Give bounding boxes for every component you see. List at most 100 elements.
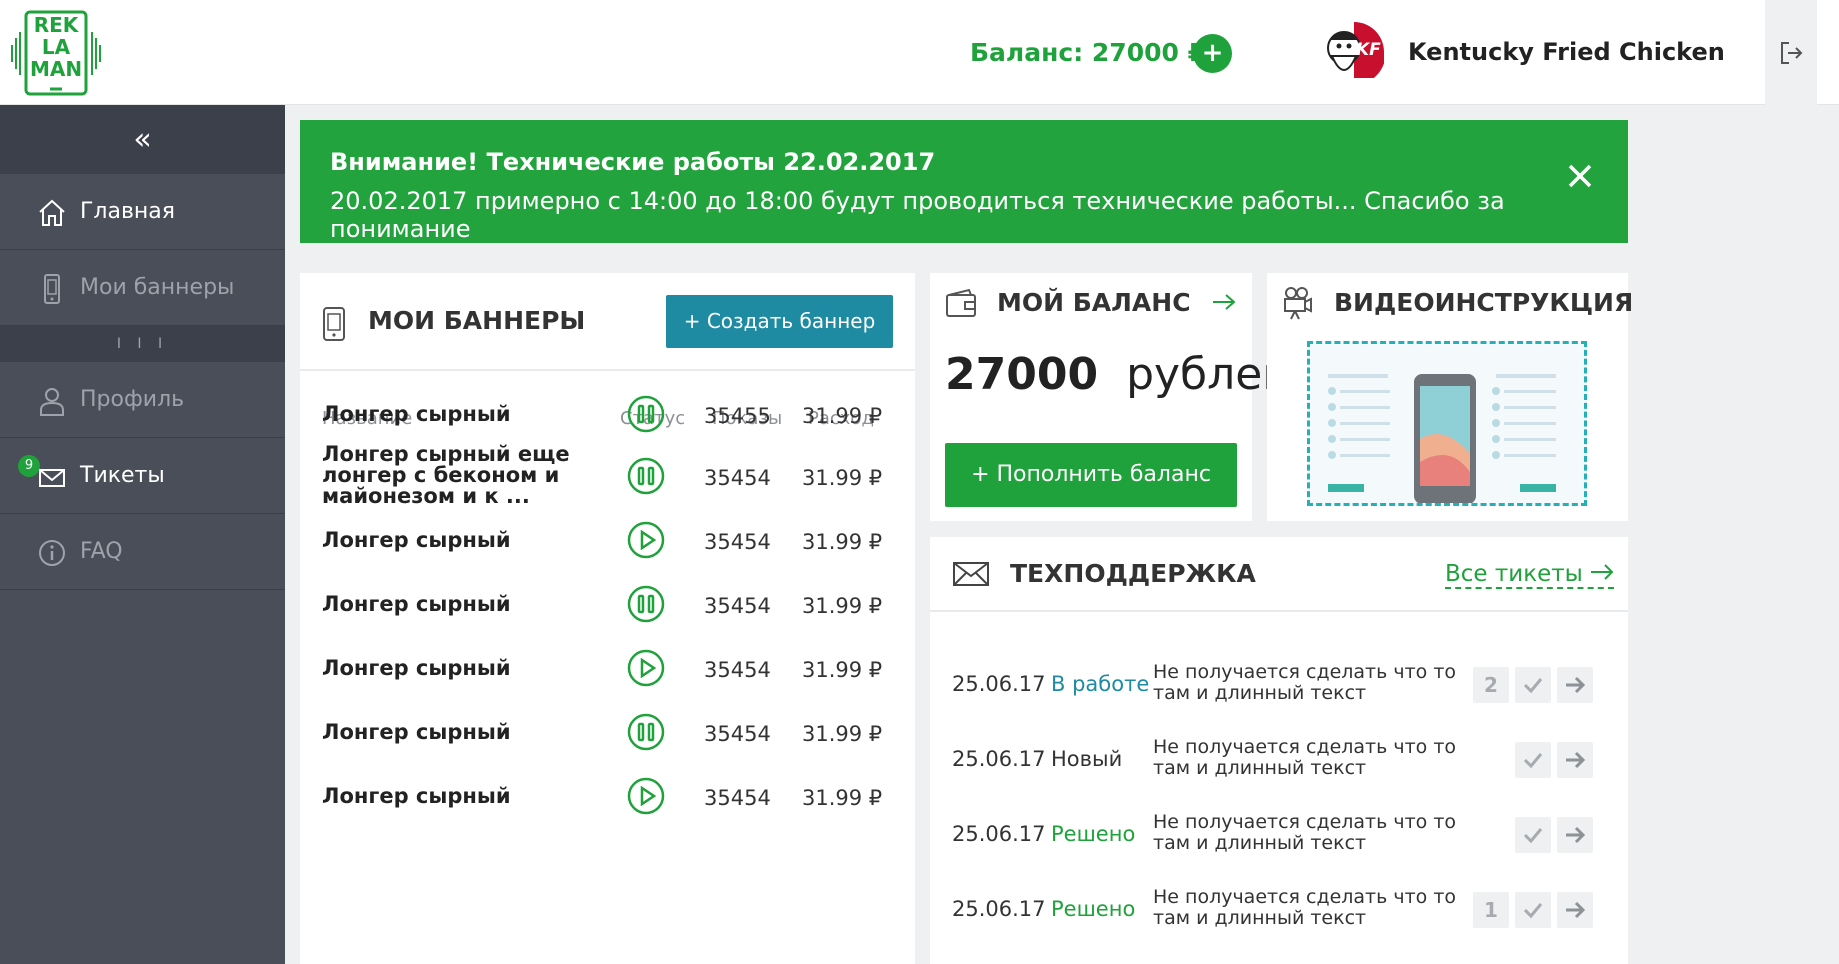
user-icon bbox=[40, 388, 64, 416]
sidebar-item-profile[interactable]: Профиль bbox=[0, 362, 285, 438]
ticket-status: В работе bbox=[1051, 672, 1150, 696]
banner-name[interactable]: Лонгер сырный bbox=[322, 530, 582, 551]
info-icon bbox=[39, 540, 65, 566]
all-tickets-link[interactable]: Все тикеты bbox=[1445, 561, 1615, 589]
video-instruction-card: ВИДЕОИНСТРУКЦИЯ bbox=[1267, 273, 1633, 521]
ticket-row[interactable]: 25.06.17 В работе Не получается сделать чт… bbox=[930, 647, 1628, 722]
banner-name[interactable]: Лонгер сырный bbox=[322, 594, 582, 615]
checkmark-icon bbox=[1523, 753, 1543, 769]
ticket-row[interactable]: 25.06.17 Новый Не получается сделать что т… bbox=[930, 722, 1628, 797]
pause-icon[interactable] bbox=[626, 456, 666, 496]
envelope-icon bbox=[39, 469, 65, 487]
play-icon[interactable] bbox=[626, 520, 666, 560]
create-banner-button[interactable]: + Создать баннер bbox=[666, 295, 893, 348]
alert-text: 20.02.2017 примерно с 14:00 до 18:00 буд… bbox=[330, 187, 1505, 243]
sidebar-resize-handle[interactable]: I I I bbox=[0, 326, 285, 362]
banner-name[interactable]: Лонгер сырный bbox=[322, 404, 582, 425]
open-ticket-button[interactable] bbox=[1557, 742, 1593, 778]
reklaman-logo[interactable]: REK LA MAN bbox=[10, 10, 102, 96]
open-ticket-button[interactable] bbox=[1557, 892, 1593, 928]
table-row[interactable]: Лонгер сырный 35454 31.99 ₽ bbox=[300, 760, 915, 835]
banner-shows: 35454 bbox=[704, 658, 771, 682]
video-title: ВИДЕОИНСТРУКЦИЯ bbox=[1334, 288, 1634, 317]
banner-spend: 31.99 ₽ bbox=[802, 658, 883, 682]
banner-shows: 35454 bbox=[704, 466, 771, 490]
ticket-count-badge: 1 bbox=[1473, 892, 1509, 928]
ticket-text[interactable]: Не получается сделать что то там и длинн… bbox=[1153, 887, 1473, 929]
sidebar-item-banners[interactable]: Мои баннеры bbox=[0, 250, 285, 326]
resolve-ticket-button[interactable] bbox=[1515, 667, 1551, 703]
ticket-text[interactable]: Не получается сделать что то там и длинн… bbox=[1153, 662, 1473, 704]
banner-spend: 31.99 ₽ bbox=[802, 530, 883, 554]
play-icon[interactable] bbox=[626, 648, 666, 688]
support-title: ТЕХПОДДЕРЖКА bbox=[1010, 559, 1256, 588]
ticket-date: 25.06.17 bbox=[952, 672, 1046, 696]
banner-spend: 31.99 ₽ bbox=[802, 466, 883, 490]
resolve-ticket-button[interactable] bbox=[1515, 817, 1551, 853]
ticket-text[interactable]: Не получается сделать что то там и длинн… bbox=[1153, 812, 1473, 854]
banner-name[interactable]: Лонгер сырный bbox=[322, 786, 582, 807]
balance-title: МОЙ БАЛАНС bbox=[997, 288, 1191, 317]
banner-shows: 35454 bbox=[704, 530, 771, 554]
resolve-ticket-button[interactable] bbox=[1515, 742, 1551, 778]
sidebar-item-home[interactable]: Главная bbox=[0, 174, 285, 250]
ticket-status: Решено bbox=[1051, 822, 1136, 846]
resolve-ticket-button[interactable] bbox=[1515, 892, 1551, 928]
banner-shows: 35455 bbox=[704, 404, 771, 428]
arrow-right-icon bbox=[1566, 826, 1586, 844]
arrow-right-icon bbox=[1566, 901, 1586, 919]
phone-icon bbox=[323, 307, 345, 341]
banners-title: МОИ БАННЕРЫ bbox=[368, 306, 586, 335]
video-preview[interactable] bbox=[1307, 341, 1587, 506]
support-card-header: ТЕХПОДДЕРЖКА Все тикеты bbox=[930, 537, 1628, 612]
my-banners-card: МОИ БАННЕРЫ + Создать баннер Название Ст… bbox=[300, 273, 915, 964]
ticket-date: 25.06.17 bbox=[952, 897, 1046, 921]
ticket-date: 25.06.17 bbox=[952, 822, 1046, 846]
arrow-right-icon bbox=[1566, 751, 1586, 769]
banner-name[interactable]: Лонгер сырный bbox=[322, 722, 582, 743]
banner-name[interactable]: Лонгер сырный bbox=[322, 658, 582, 679]
open-ticket-button[interactable] bbox=[1557, 667, 1593, 703]
banner-name[interactable]: Лонгер сырный еще лонгер с беконом и май… bbox=[322, 444, 582, 507]
sidebar-item-label: Профиль bbox=[80, 387, 185, 412]
sidebar-collapse-button[interactable]: « bbox=[0, 105, 285, 174]
arrow-right-icon bbox=[1591, 564, 1614, 580]
logo-line-3: MAN bbox=[29, 57, 83, 81]
open-ticket-button[interactable] bbox=[1557, 817, 1593, 853]
sidebar-item-tickets[interactable]: 9 Тикеты bbox=[0, 438, 285, 514]
banner-shows: 35454 bbox=[704, 594, 771, 618]
ticket-text[interactable]: Не получается сделать что то там и длинн… bbox=[1153, 737, 1473, 779]
sidebar-item-label: Главная bbox=[80, 199, 176, 224]
add-funds-button[interactable]: + bbox=[1193, 34, 1232, 73]
pause-icon[interactable] bbox=[626, 584, 666, 624]
ticket-count-badge: 2 bbox=[1473, 667, 1509, 703]
ticket-row[interactable]: 25.06.17 Решено Не получается сделать что … bbox=[930, 872, 1628, 947]
banner-spend: 31.99 ₽ bbox=[802, 404, 883, 428]
checkmark-icon bbox=[1523, 828, 1543, 844]
banner-spend: 31.99 ₽ bbox=[802, 594, 883, 618]
sidebar-item-label: Тикеты bbox=[80, 463, 165, 488]
logo-line-1: REK bbox=[33, 13, 79, 37]
top-up-balance-button[interactable]: + Пополнить баланс bbox=[945, 443, 1237, 507]
avatar-kf-text: KF bbox=[1356, 40, 1381, 60]
sidebar-item-faq[interactable]: FAQ bbox=[0, 514, 285, 590]
close-icon bbox=[1568, 164, 1592, 188]
pause-icon[interactable] bbox=[626, 394, 666, 434]
top-header: REK LA MAN Баланс: 27000 ₽ + KF Kentucky… bbox=[0, 0, 1839, 105]
banner-shows: 35454 bbox=[704, 722, 771, 746]
ticket-status: Решено bbox=[1051, 897, 1136, 921]
logout-button[interactable] bbox=[1765, 0, 1817, 105]
ticket-row[interactable]: 25.06.17 Решено Не получается сделать что … bbox=[930, 797, 1628, 872]
arrow-right-icon[interactable] bbox=[1211, 292, 1237, 312]
balance-amount: 27000 рублей bbox=[945, 349, 1291, 400]
ticket-date: 25.06.17 bbox=[952, 747, 1046, 771]
play-icon[interactable] bbox=[626, 776, 666, 816]
alert-close-button[interactable] bbox=[1562, 158, 1598, 194]
ticket-status: Новый bbox=[1051, 747, 1123, 771]
balance-value: 27000 bbox=[945, 349, 1099, 400]
home-icon bbox=[39, 199, 65, 226]
logo-line-2: LA bbox=[41, 35, 71, 59]
avatar[interactable]: KF bbox=[1318, 18, 1386, 86]
pause-icon[interactable] bbox=[626, 712, 666, 752]
sidebar-item-label: FAQ bbox=[80, 539, 123, 564]
